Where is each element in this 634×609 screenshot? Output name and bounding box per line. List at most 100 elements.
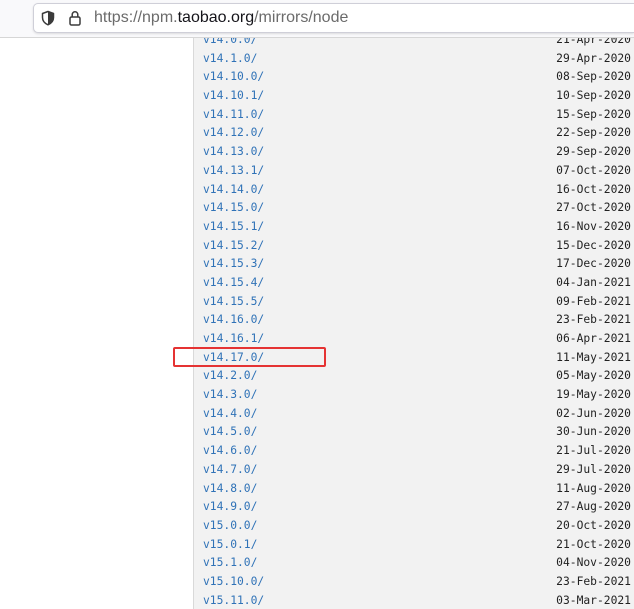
version-link[interactable]: v14.15.0/	[203, 199, 264, 218]
version-link[interactable]: v14.6.0/	[203, 442, 257, 461]
modified-date: 04-Nov-2020	[556, 556, 631, 570]
modified-date: 16-Nov-2020	[556, 219, 631, 233]
modified-date: 04-Jan-2021	[556, 275, 631, 289]
modified-date: 16-Oct-2020	[556, 182, 631, 196]
list-item: v15.11.0/03-Mar-2021	[194, 592, 634, 609]
modified-date: 03-Mar-2021	[556, 593, 631, 607]
list-item: v14.9.0/27-Aug-2020	[194, 498, 634, 517]
version-link[interactable]: v14.5.0/	[203, 423, 257, 442]
version-link[interactable]: v15.1.0/	[203, 554, 257, 573]
version-link[interactable]: v14.8.0/	[203, 480, 257, 499]
modified-date: 10-Sep-2020	[556, 89, 631, 103]
modified-date: 09-Feb-2021	[556, 294, 631, 308]
version-link[interactable]: v14.0.0/	[203, 38, 257, 50]
modified-date: 02-Jun-2020	[556, 406, 631, 420]
list-item: v14.1.0/29-Apr-2020	[194, 50, 634, 69]
list-item: v14.15.5/09-Feb-2021	[194, 293, 634, 312]
list-item: v15.10.0/23-Feb-2021	[194, 573, 634, 592]
modified-date: 21-Oct-2020	[556, 537, 631, 551]
list-item: v14.5.0/30-Jun-2020	[194, 423, 634, 442]
version-link[interactable]: v14.15.3/	[203, 255, 264, 274]
shield-icon[interactable]	[40, 10, 56, 26]
list-item: v14.10.1/10-Sep-2020	[194, 87, 634, 106]
version-link[interactable]: v14.17.0/	[203, 349, 264, 368]
version-link[interactable]: v14.7.0/	[203, 461, 257, 480]
list-item: v14.10.0/08-Sep-2020	[194, 68, 634, 87]
list-item: v14.7.0/29-Jul-2020	[194, 461, 634, 480]
modified-date: 27-Oct-2020	[556, 201, 631, 215]
modified-date: 17-Dec-2020	[556, 257, 631, 271]
version-link[interactable]: v14.13.0/	[203, 143, 264, 162]
version-link[interactable]: v14.4.0/	[203, 405, 257, 424]
modified-date: 06-Apr-2021	[556, 332, 631, 345]
version-link[interactable]: v14.16.0/	[203, 311, 264, 330]
url-text[interactable]: https://npm.taobao.org/mirrors/node	[94, 9, 348, 27]
url-domain: taobao.org	[177, 9, 255, 26]
version-link[interactable]: v14.10.1/	[203, 87, 264, 106]
list-item: v14.13.0/29-Sep-2020	[194, 143, 634, 162]
version-link[interactable]: v15.0.1/	[203, 536, 257, 555]
list-item: v15.1.0/04-Nov-2020	[194, 554, 634, 573]
modified-date: 19-May-2020	[556, 388, 631, 402]
version-link[interactable]: v15.0.0/	[203, 517, 257, 536]
modified-date: 05-May-2020	[556, 369, 631, 383]
modified-date: 23-Feb-2021	[556, 313, 631, 327]
list-item: v14.11.0/15-Sep-2020	[194, 106, 634, 125]
version-link[interactable]: v14.15.2/	[203, 237, 264, 256]
version-link[interactable]: v14.16.1/	[203, 330, 264, 349]
version-link[interactable]: v14.15.5/	[203, 293, 264, 312]
listing-rows: v14.0.0/21-Apr-2020 v14.1.0/29-Apr-2020 v1…	[194, 38, 634, 609]
modified-date: 20-Oct-2020	[556, 518, 631, 532]
lock-icon[interactable]	[67, 10, 83, 26]
list-item: v14.15.1/16-Nov-2020	[194, 218, 634, 237]
url-path: /mirrors/node	[254, 9, 349, 26]
modified-date: 11-May-2021	[556, 350, 631, 364]
modified-date: 15-Sep-2020	[556, 107, 631, 121]
list-item: v14.15.4/04-Jan-2021	[194, 274, 634, 293]
version-link[interactable]: v14.11.0/	[203, 106, 264, 125]
version-link[interactable]: v14.15.1/	[203, 218, 264, 237]
version-link[interactable]: v14.3.0/	[203, 386, 257, 405]
list-item: v14.4.0/02-Jun-2020	[194, 405, 634, 424]
version-link[interactable]: v14.15.4/	[203, 274, 264, 293]
list-item: v15.0.1/21-Oct-2020	[194, 536, 634, 555]
version-link[interactable]: v14.13.1/	[203, 162, 264, 181]
modified-date: 21-Jul-2020	[556, 444, 631, 458]
modified-date: 23-Feb-2021	[556, 574, 631, 588]
list-item: v14.15.2/15-Dec-2020	[194, 237, 634, 256]
version-link[interactable]: v15.11.0/	[203, 592, 264, 609]
list-item: v14.17.0/11-May-2021	[194, 349, 634, 368]
list-item: v15.0.0/20-Oct-2020	[194, 517, 634, 536]
modified-date: 15-Dec-2020	[556, 238, 631, 252]
list-item: v14.6.0/21-Jul-2020	[194, 442, 634, 461]
modified-date: 30-Jun-2020	[556, 425, 631, 439]
modified-date: 21-Apr-2020	[556, 38, 631, 46]
modified-date: 27-Aug-2020	[556, 500, 631, 514]
version-link[interactable]: v14.14.0/	[203, 181, 264, 200]
modified-date: 29-Sep-2020	[556, 145, 631, 159]
modified-date: 29-Jul-2020	[556, 462, 631, 476]
version-link[interactable]: v14.1.0/	[203, 50, 257, 69]
modified-date: 08-Sep-2020	[556, 70, 631, 84]
url-prefix: https://npm.	[94, 9, 178, 26]
version-link[interactable]: v14.9.0/	[203, 498, 257, 517]
list-item: v14.0.0/21-Apr-2020	[194, 38, 634, 50]
list-item: v14.12.0/22-Sep-2020	[194, 124, 634, 143]
list-item: v14.2.0/05-May-2020	[194, 367, 634, 386]
list-item: v14.14.0/16-Oct-2020	[194, 181, 634, 200]
list-item: v14.16.0/23-Feb-2021	[194, 311, 634, 330]
modified-date: 11-Aug-2020	[556, 481, 631, 495]
list-item: v14.8.0/11-Aug-2020	[194, 480, 634, 499]
list-item: v14.15.0/27-Oct-2020	[194, 199, 634, 218]
modified-date: 22-Sep-2020	[556, 126, 631, 140]
version-link[interactable]: v14.12.0/	[203, 124, 264, 143]
address-bar[interactable]: https://npm.taobao.org/mirrors/node	[33, 3, 634, 33]
list-item: v14.16.1/06-Apr-2021	[194, 330, 634, 349]
version-link[interactable]: v14.2.0/	[203, 367, 257, 386]
version-link[interactable]: v14.10.0/	[203, 68, 264, 87]
list-item: v14.3.0/19-May-2020	[194, 386, 634, 405]
version-link[interactable]: v15.10.0/	[203, 573, 264, 592]
browser-toolbar: https://npm.taobao.org/mirrors/node	[0, 0, 634, 38]
list-item: v14.13.1/07-Oct-2020	[194, 162, 634, 181]
modified-date: 29-Apr-2020	[556, 51, 631, 65]
